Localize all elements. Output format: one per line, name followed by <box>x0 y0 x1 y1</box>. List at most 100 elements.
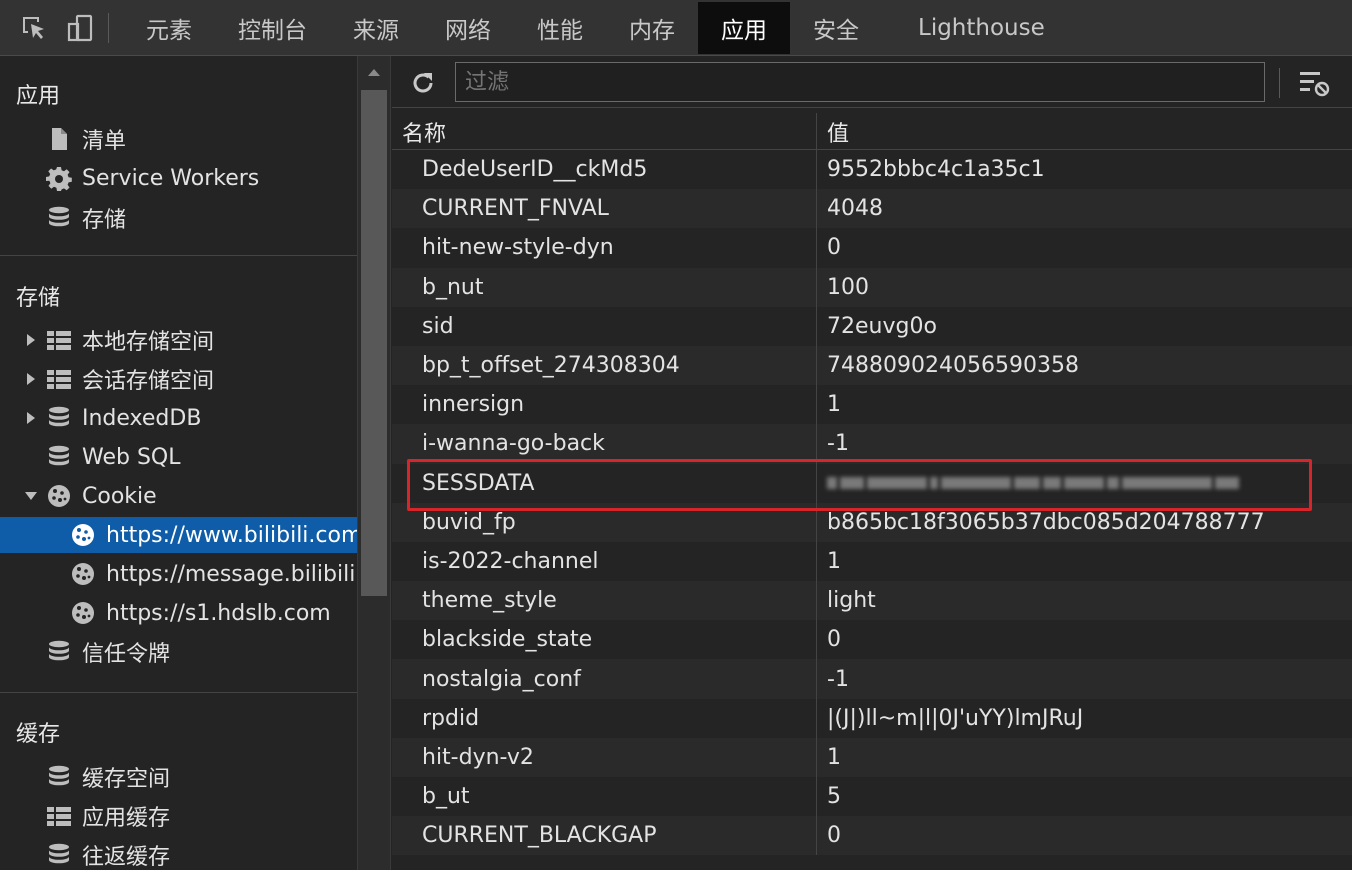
expand-right-arrow-icon[interactable] <box>24 333 38 347</box>
table-row[interactable]: rpdid |(J|)ll~m|l|0J'uYY)lmJRuJ <box>392 698 1352 738</box>
cookie-name-cell[interactable]: is-2022-channel <box>392 541 817 582</box>
cookie-name-cell[interactable]: theme_style <box>392 581 817 621</box>
refresh-icon[interactable] <box>406 66 440 100</box>
cookie-icon <box>70 522 96 548</box>
cookie-name-cell[interactable]: DedeUserID__ckMd5 <box>392 150 817 190</box>
toolbar-separator <box>1279 68 1280 98</box>
database-icon <box>46 764 72 790</box>
cookie-value-cell[interactable]: 1 <box>817 542 1352 581</box>
cookie-value-cell[interactable]: 4048 <box>817 189 1352 228</box>
cookie-value-cell-redacted[interactable] <box>817 464 1352 503</box>
sidebar-item-本地存储空间[interactable]: 本地存储空间 <box>0 322 357 358</box>
expand-right-arrow-icon[interactable] <box>24 372 38 386</box>
tab-4[interactable]: 性能 <box>514 2 606 54</box>
table-row[interactable]: i-wanna-go-back -1 <box>392 424 1352 464</box>
cookie-name-cell[interactable]: innersign <box>392 385 817 425</box>
tab-lighthouse[interactable]: Lighthouse <box>882 2 1068 54</box>
cookie-value-cell[interactable]: 1 <box>817 385 1352 424</box>
table-row[interactable]: b_ut 5 <box>392 777 1352 817</box>
cookie-table-body: DedeUserID__ckMd5 9552bbbc4c1a35c1 CURRENT… <box>392 150 1352 856</box>
cookie-name-cell[interactable]: CURRENT_FNVAL <box>392 189 817 229</box>
cookie-value-cell[interactable]: 100 <box>817 268 1352 307</box>
table-row[interactable]: blackside_state 0 <box>392 620 1352 660</box>
sidebar-item-往返缓存[interactable]: 往返缓存 <box>0 837 357 870</box>
sidebar-item-信任令牌[interactable]: 信任令牌 <box>0 634 357 670</box>
table-row[interactable]: CURRENT_BLACKGAP 0 <box>392 816 1352 856</box>
device-toolbar-icon[interactable] <box>60 8 100 48</box>
filter-input[interactable] <box>455 62 1265 102</box>
cookie-name-cell[interactable]: bp_t_offset_274308304 <box>392 345 817 386</box>
tab-2[interactable]: 来源 <box>330 2 422 54</box>
cookie-name-cell[interactable]: nostalgia_conf <box>392 659 817 699</box>
table-row[interactable]: is-2022-channel 1 <box>392 541 1352 582</box>
table-row[interactable]: hit-dyn-v2 1 <box>392 737 1352 777</box>
table-row[interactable]: DedeUserID__ckMd5 9552bbbc4c1a35c1 <box>392 150 1352 190</box>
table-row[interactable]: hit-new-style-dyn 0 <box>392 228 1352 268</box>
cookie-value-cell[interactable]: 0 <box>817 816 1352 855</box>
cookie-value-cell[interactable]: 1 <box>817 738 1352 777</box>
cookie-value-cell[interactable]: 0 <box>817 228 1352 267</box>
cookie-value-cell[interactable]: 0 <box>817 620 1352 659</box>
clear-filtered-cookies-icon[interactable] <box>1298 66 1332 100</box>
table-row[interactable]: nostalgia_conf -1 <box>392 659 1352 699</box>
tab-0[interactable]: 元素 <box>123 2 215 54</box>
sidebar-item-会话存储空间[interactable]: 会话存储空间 <box>0 361 357 397</box>
table-row[interactable]: sid 72euvg0o <box>392 306 1352 346</box>
cookie-name-cell[interactable]: buvid_fp <box>392 502 817 542</box>
tab-6[interactable]: 应用 <box>698 1 790 54</box>
cookie-name-cell[interactable]: SESSDATA <box>392 463 817 503</box>
cookie-icon <box>70 561 96 587</box>
sidebar-item-indexeddb[interactable]: IndexedDB <box>0 400 357 436</box>
table-row[interactable]: theme_style light <box>392 581 1352 621</box>
cookie-name-cell[interactable]: hit-dyn-v2 <box>392 737 817 777</box>
sidebar-item-label: https://www.bilibili.com <box>106 522 357 548</box>
cookie-name-cell[interactable]: b_ut <box>392 777 817 817</box>
sidebar-item-cookie[interactable]: Cookie <box>0 478 357 514</box>
tab-5[interactable]: 内存 <box>606 2 698 54</box>
table-row[interactable]: SESSDATA <box>392 463 1352 503</box>
table-row[interactable]: buvid_fp b865bc18f3065b37dbc085d204788777 <box>392 502 1352 542</box>
cookie-value-cell[interactable]: 748809024056590358 <box>817 346 1352 385</box>
cookie-value-cell[interactable]: 5 <box>817 777 1352 816</box>
expand-right-arrow-icon[interactable] <box>24 411 38 425</box>
cookie-name-cell[interactable]: sid <box>392 306 817 346</box>
table-row[interactable]: CURRENT_FNVAL 4048 <box>392 189 1352 229</box>
file-icon <box>46 126 72 152</box>
cookie-name-cell[interactable]: b_nut <box>392 267 817 307</box>
sidebar-item-s1-hdslb-com[interactable]: https://s1.hdslb.com <box>0 595 357 631</box>
expand-down-arrow-icon[interactable] <box>24 489 38 503</box>
cookie-value-cell[interactable]: b865bc18f3065b37dbc085d204788777 <box>817 503 1352 542</box>
column-header-value[interactable]: 值 <box>817 113 1352 150</box>
table-row[interactable]: bp_t_offset_274308304 748809024056590358 <box>392 345 1352 386</box>
cookie-name-cell[interactable]: hit-new-style-dyn <box>392 228 817 268</box>
sidebar-item-应用缓存[interactable]: 应用缓存 <box>0 798 357 834</box>
cookie-name-cell[interactable]: CURRENT_BLACKGAP <box>392 816 817 856</box>
sidebar-item-www-bilibili-com[interactable]: https://www.bilibili.com <box>0 517 357 553</box>
sidebar-item-message-bilibili-com[interactable]: https://message.bilibili.com <box>0 556 357 592</box>
sidebar-item-缓存空间[interactable]: 缓存空间 <box>0 759 357 795</box>
table-row[interactable]: innersign 1 <box>392 385 1352 425</box>
sidebar-item-web-sql[interactable]: Web SQL <box>0 439 357 475</box>
sidebar-item-存储[interactable]: 存储 <box>0 200 357 236</box>
cookie-name-cell[interactable]: blackside_state <box>392 620 817 660</box>
sidebar-scrollbar-thumb[interactable] <box>361 90 387 596</box>
scroll-up-arrow-icon[interactable] <box>360 62 388 82</box>
cookie-value-cell[interactable]: -1 <box>817 659 1352 698</box>
cookie-value-cell[interactable]: -1 <box>817 424 1352 463</box>
cookie-value-cell[interactable]: |(J|)ll~m|l|0J'uYY)lmJRuJ <box>817 699 1352 738</box>
cookie-value-cell[interactable]: 9552bbbc4c1a35c1 <box>817 150 1352 189</box>
sidebar-divider <box>0 692 357 693</box>
cookie-name-cell[interactable]: rpdid <box>392 698 817 738</box>
inspect-element-icon[interactable] <box>14 8 54 48</box>
cookie-value-cell[interactable]: 72euvg0o <box>817 307 1352 346</box>
cookie-value-cell[interactable]: light <box>817 581 1352 620</box>
tab-7[interactable]: 安全 <box>790 2 882 54</box>
table-row[interactable]: b_nut 100 <box>392 267 1352 307</box>
tab-3[interactable]: 网络 <box>422 2 514 54</box>
sidebar-item-清单[interactable]: 清单 <box>0 121 357 157</box>
tab-1[interactable]: 控制台 <box>215 2 330 54</box>
sidebar-item-service-workers[interactable]: Service Workers <box>0 161 357 197</box>
column-header-name[interactable]: 名称 <box>392 113 817 150</box>
cookie-name-cell[interactable]: i-wanna-go-back <box>392 424 817 464</box>
